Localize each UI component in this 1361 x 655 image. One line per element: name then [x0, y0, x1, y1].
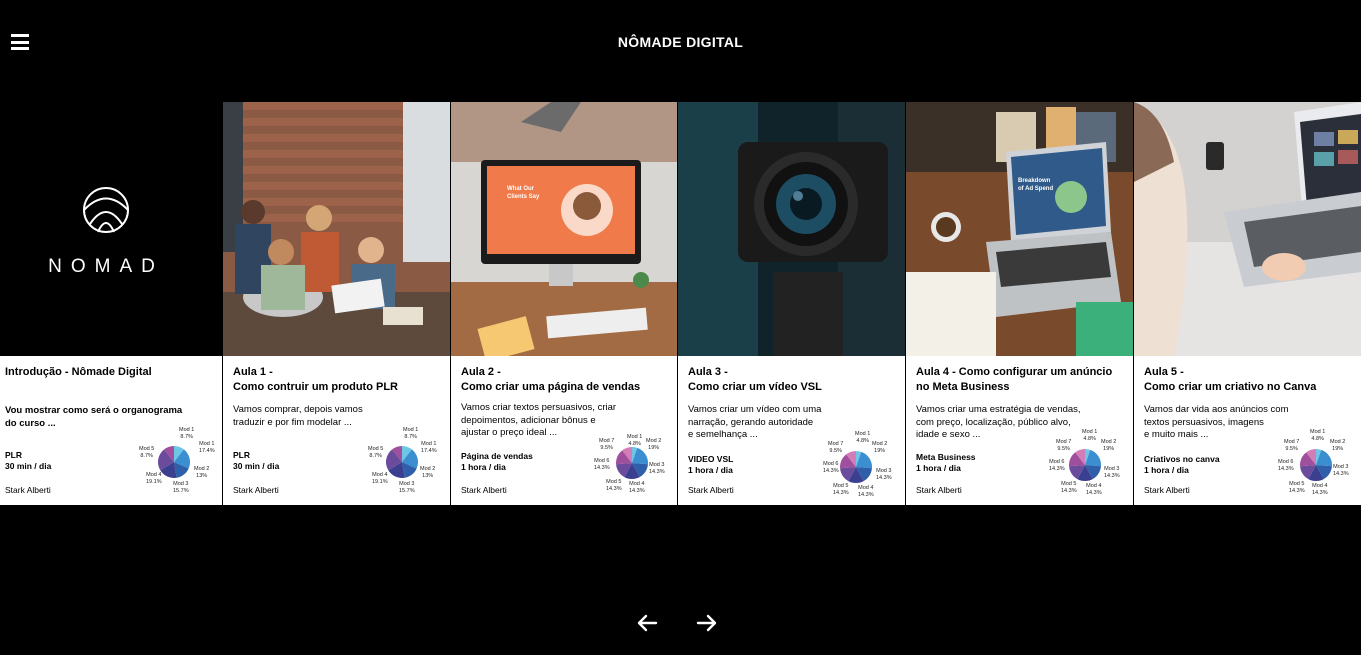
pie-label: Mod 4 14.3%	[858, 485, 874, 498]
arrow-right-icon[interactable]	[696, 612, 718, 634]
card-duration: 1 hora / dia	[916, 463, 961, 473]
card-author: Stark Alberti	[461, 485, 507, 495]
lesson-card[interactable]: Aula 5 - Como criar um criativo no Canva…	[1134, 102, 1361, 505]
pie-label: Mod 2 19%	[1101, 439, 1117, 452]
module-pie-chart	[1300, 449, 1332, 481]
pie-label: Mod 1 17.4%	[199, 441, 215, 454]
module-pie-chart	[840, 451, 872, 483]
card-meta: PLR 30 min / dia	[233, 450, 279, 472]
lesson-card[interactable]: Aula 3 - Como criar um vídeo VSL Vamos c…	[678, 102, 905, 505]
card-title: Aula 3 - Como criar um vídeo VSL	[688, 366, 822, 393]
pie-label: Mod 1 4.8%	[855, 431, 871, 444]
pie-label: Mod 1 8.7%	[179, 427, 195, 440]
pie-label: Mod 5 14.3%	[1061, 481, 1077, 494]
card-category: PLR	[5, 450, 22, 460]
module-pie-chart	[616, 447, 648, 479]
card-category: Criativos no canva	[1144, 454, 1220, 464]
card-duration: 30 min / dia	[5, 461, 52, 471]
pie-label: Mod 4 19.1%	[372, 472, 388, 485]
card-author: Stark Alberti	[688, 485, 734, 495]
pie-label: Mod 3 14.3%	[1104, 466, 1120, 479]
pie-label: Mod 2 19%	[872, 441, 888, 454]
pie-label: Mod 3 15.7%	[399, 481, 415, 494]
card-meta: VIDEO VSL 1 hora / dia	[688, 454, 733, 476]
pie-label: Mod 2 19%	[646, 438, 662, 451]
pie-label: Mod 5 14.3%	[606, 479, 622, 492]
lesson-card[interactable]: What Our Clients Say Aula 2 - Como criar…	[451, 102, 677, 505]
card-title: Aula 1 - Como contruir um produto PLR	[233, 366, 398, 393]
pie-label: Mod 1 4.8%	[1310, 429, 1326, 442]
card-author: Stark Alberti	[1144, 485, 1190, 495]
typing-laptop-photo	[1134, 102, 1361, 356]
pie-label: Mod 3 14.3%	[876, 468, 892, 481]
card-title: Aula 2 - Como criar uma página de vendas	[461, 366, 641, 393]
pie-label: Mod 7 9.5%	[599, 438, 615, 451]
camera-photo	[678, 102, 905, 356]
nomad-logo-text: NOMAD	[48, 256, 164, 277]
card-duration: 1 hora / dia	[461, 462, 506, 472]
pie-label: Mod 6 14.3%	[1278, 459, 1294, 472]
card-title: Aula 4 - Como configurar um anúncio no M…	[916, 366, 1113, 393]
card-duration: 30 min / dia	[233, 461, 280, 471]
card-meta: Criativos no canva 1 hora / dia	[1144, 454, 1220, 476]
pie-label: Mod 7 9.5%	[828, 441, 844, 454]
pie-label: Mod 5 14.3%	[833, 483, 849, 496]
team-meeting-photo	[223, 102, 450, 356]
card-author: Stark Alberti	[5, 485, 51, 495]
lesson-card[interactable]: Breakdown of Ad Spend Aula 4 - Como conf…	[906, 102, 1133, 505]
desktop-monitor-photo: What Our Clients Say	[451, 102, 677, 356]
card-title: Aula 5 - Como criar um criativo no Canva	[1144, 366, 1317, 393]
arrow-left-icon[interactable]	[636, 612, 658, 634]
pie-label: Mod 5 14.3%	[1289, 481, 1305, 494]
pie-label: Mod 2 19%	[1330, 439, 1346, 452]
pie-label: Mod 4 19.1%	[146, 472, 162, 485]
pie-label: Mod 7 9.5%	[1056, 439, 1072, 452]
pie-label: Mod 6 14.3%	[594, 458, 610, 471]
pie-label: Mod 1 4.8%	[1082, 429, 1098, 442]
lesson-card[interactable]: NOMAD Introdução - Nômade Digital Vou mo…	[0, 102, 222, 505]
card-category: PLR	[233, 450, 250, 460]
card-description: Vamos comprar, depois vamos traduzir e p…	[233, 404, 363, 428]
pie-label: Mod 6 14.3%	[823, 461, 839, 474]
card-duration: 1 hora / dia	[688, 465, 733, 475]
module-pie-chart	[386, 446, 418, 478]
card-meta: Página de vendas 1 hora / dia	[461, 451, 533, 473]
module-pie-chart	[1069, 449, 1101, 481]
pie-label: Mod 1 4.8%	[627, 434, 643, 447]
laptop-desk-photo: Breakdown of Ad Spend	[906, 102, 1133, 356]
card-author: Stark Alberti	[233, 485, 279, 495]
top-bar: NÔMADE DIGITAL	[0, 0, 1361, 84]
card-category: Página de vendas	[461, 451, 533, 461]
pie-label: Mod 1 17.4%	[421, 441, 437, 454]
card-author: Stark Alberti	[916, 485, 962, 495]
pie-label: Mod 6 14.3%	[1049, 459, 1065, 472]
pie-label: Mod 5 8.7%	[139, 446, 155, 459]
pie-label: Mod 7 9.5%	[1284, 439, 1300, 452]
module-pie-chart	[158, 446, 190, 478]
pie-label: Mod 4 14.3%	[629, 481, 645, 494]
nomad-logo-image: NOMAD	[0, 102, 222, 356]
pie-label: Mod 1 8.7%	[403, 427, 419, 440]
pie-label: Mod 3 15.7%	[173, 481, 189, 494]
card-title: Introdução - Nômade Digital	[5, 366, 152, 378]
pie-label: Mod 2 13%	[194, 466, 210, 479]
course-carousel: NOMAD Introdução - Nômade Digital Vou mo…	[0, 102, 1361, 505]
pie-label: Mod 3 14.3%	[649, 462, 665, 475]
card-category: Meta Business	[916, 452, 976, 462]
card-meta: PLR 30 min / dia	[5, 450, 51, 472]
pie-label: Mod 5 8.7%	[368, 446, 384, 459]
pie-label: Mod 4 14.3%	[1086, 483, 1102, 496]
card-category: VIDEO VSL	[688, 454, 734, 464]
lesson-card[interactable]: Aula 1 - Como contruir um produto PLR Va…	[223, 102, 450, 505]
pie-label: Mod 3 14.3%	[1333, 464, 1349, 477]
card-duration: 1 hora / dia	[1144, 465, 1189, 475]
page-title: NÔMADE DIGITAL	[617, 34, 744, 50]
card-meta: Meta Business 1 hora / dia	[916, 452, 976, 474]
pie-label: Mod 4 14.3%	[1312, 483, 1328, 496]
pie-label: Mod 2 13%	[420, 466, 436, 479]
